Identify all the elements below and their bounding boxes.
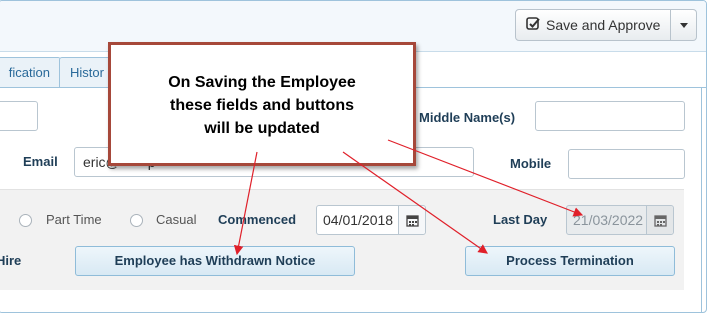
middle-name-field[interactable] bbox=[535, 101, 685, 131]
check-square-icon bbox=[526, 16, 540, 34]
part-time-label: Part Time bbox=[46, 212, 102, 227]
casual-label: Casual bbox=[156, 212, 197, 227]
mobile-field[interactable] bbox=[568, 149, 685, 179]
commenced-date-field[interactable]: 04/01/2018 bbox=[316, 205, 426, 235]
part-time-radio[interactable] bbox=[19, 214, 32, 227]
save-options-dropdown[interactable] bbox=[671, 9, 698, 41]
casual-radio[interactable] bbox=[130, 214, 143, 227]
callout-line-2: these fields and buttons bbox=[169, 97, 354, 114]
commenced-date-value: 04/01/2018 bbox=[323, 212, 394, 228]
commenced-label: Commenced bbox=[218, 212, 297, 227]
name-field[interactable] bbox=[0, 101, 38, 131]
mobile-label: Mobile bbox=[510, 156, 552, 171]
last-day-date-field: 21/03/2022 bbox=[566, 205, 674, 235]
save-and-approve-button[interactable]: Save and Approve bbox=[515, 9, 672, 41]
process-termination-button[interactable]: Process Termination bbox=[465, 246, 675, 276]
calendar-icon bbox=[646, 206, 673, 234]
callout-line-3: will be updated bbox=[204, 120, 320, 137]
calendar-icon[interactable] bbox=[398, 206, 425, 234]
save-and-approve-label: Save and Approve bbox=[546, 17, 661, 33]
employee-withdrawn-notice-button[interactable]: Employee has Withdrawn Notice bbox=[75, 246, 355, 276]
last-day-label: Last Day bbox=[493, 212, 548, 227]
employment-section: Part Time Casual Commenced 04/01/2018 La… bbox=[0, 189, 684, 290]
email-label: Email bbox=[23, 154, 58, 169]
middle-name-label: Middle Name(s) bbox=[419, 110, 516, 125]
tab-classification[interactable]: fication bbox=[0, 57, 61, 87]
annotation-callout: On Saving the Employee these fields and … bbox=[108, 42, 416, 166]
save-button-group: Save and Approve bbox=[515, 9, 698, 41]
last-day-date-value: 21/03/2022 bbox=[573, 212, 644, 228]
chevron-down-icon bbox=[679, 22, 688, 28]
callout-line-1: On Saving the Employee bbox=[168, 74, 356, 91]
hire-label: Hire bbox=[0, 253, 22, 268]
